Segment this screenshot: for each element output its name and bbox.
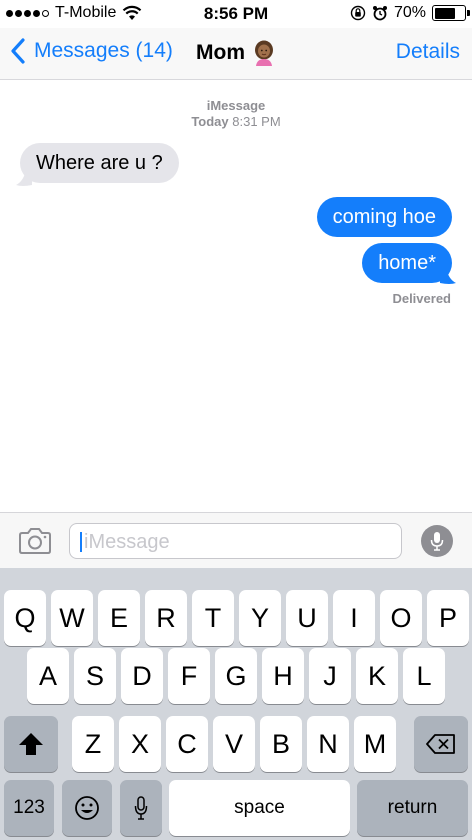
key-j[interactable]: J [309,648,351,704]
backspace-icon [426,734,455,754]
key-h[interactable]: H [262,648,304,704]
timestamp-time: 8:31 PM [232,114,281,129]
shift-key[interactable] [4,716,58,772]
service-label: iMessage [206,98,266,113]
key-q[interactable]: Q [4,590,46,646]
key-e[interactable]: E [98,590,140,646]
battery-percentage: 70% [393,4,426,21]
key-w[interactable]: W [51,590,93,646]
camera-icon[interactable] [18,528,52,554]
return-key[interactable]: return [357,780,468,836]
timestamp: Today 8:31 PM [0,114,472,129]
back-button-label: Messages (14) [34,39,173,62]
battery-icon [432,5,470,21]
key-x[interactable]: X [119,716,161,772]
emoji-key[interactable] [62,780,112,836]
key-l[interactable]: L [403,648,445,704]
smiley-icon [75,796,99,820]
message-input-bar: iMessage [0,512,472,568]
key-u[interactable]: U [286,590,328,646]
key-c[interactable]: C [166,716,208,772]
key-n[interactable]: N [307,716,349,772]
chevron-left-icon [11,38,25,64]
microphone-icon [430,532,444,551]
outgoing-message-bubble[interactable]: home* [362,243,452,283]
key-a[interactable]: A [27,648,69,704]
key-b[interactable]: B [260,716,302,772]
shift-arrow-icon [19,733,43,755]
numbers-key[interactable]: 123 [4,780,54,836]
back-button[interactable]: Messages (14) [10,38,173,64]
orientation-lock-icon [350,5,366,21]
space-key[interactable]: space [169,780,350,836]
key-y[interactable]: Y [239,590,281,646]
delete-key[interactable] [414,716,468,772]
message-text-field[interactable]: iMessage [69,523,402,559]
details-button[interactable]: Details [396,40,460,64]
woman-emoji-icon [255,40,273,66]
key-d[interactable]: D [121,648,163,704]
key-p[interactable]: P [427,590,469,646]
text-cursor [80,532,82,552]
dictation-key[interactable] [120,780,162,836]
key-m[interactable]: M [354,716,396,772]
alarm-icon [372,6,387,21]
outgoing-message-bubble[interactable]: coming hoe [316,197,452,237]
message-placeholder: iMessage [84,531,170,553]
status-bar: T-Mobile 8:56 PM 70% [0,0,472,28]
timestamp-date: Today [191,114,229,129]
battery-fill [434,7,455,19]
key-f[interactable]: F [168,648,210,704]
delivery-status: Delivered [392,291,451,306]
dictation-button[interactable] [421,525,453,557]
status-right: 70% [350,4,470,22]
conversation-title[interactable]: Mom [196,40,275,66]
key-i[interactable]: I [333,590,375,646]
key-g[interactable]: G [215,648,257,704]
key-v[interactable]: V [213,716,255,772]
key-s[interactable]: S [74,648,116,704]
key-o[interactable]: O [380,590,422,646]
key-r[interactable]: R [145,590,187,646]
key-t[interactable]: T [192,590,234,646]
navigation-bar: Messages (14) Mom Details [0,28,472,80]
message-thread: iMessage Today 8:31 PM Where are u ? com… [0,81,472,512]
contact-name: Mom [196,41,245,64]
key-z[interactable]: Z [72,716,114,772]
keyboard: 123 space return QWERTYUIOP ASDFGHJKL ZXCV… [0,568,472,840]
microphone-icon [134,796,148,820]
key-k[interactable]: K [356,648,398,704]
incoming-message-bubble[interactable]: Where are u ? [20,143,179,183]
